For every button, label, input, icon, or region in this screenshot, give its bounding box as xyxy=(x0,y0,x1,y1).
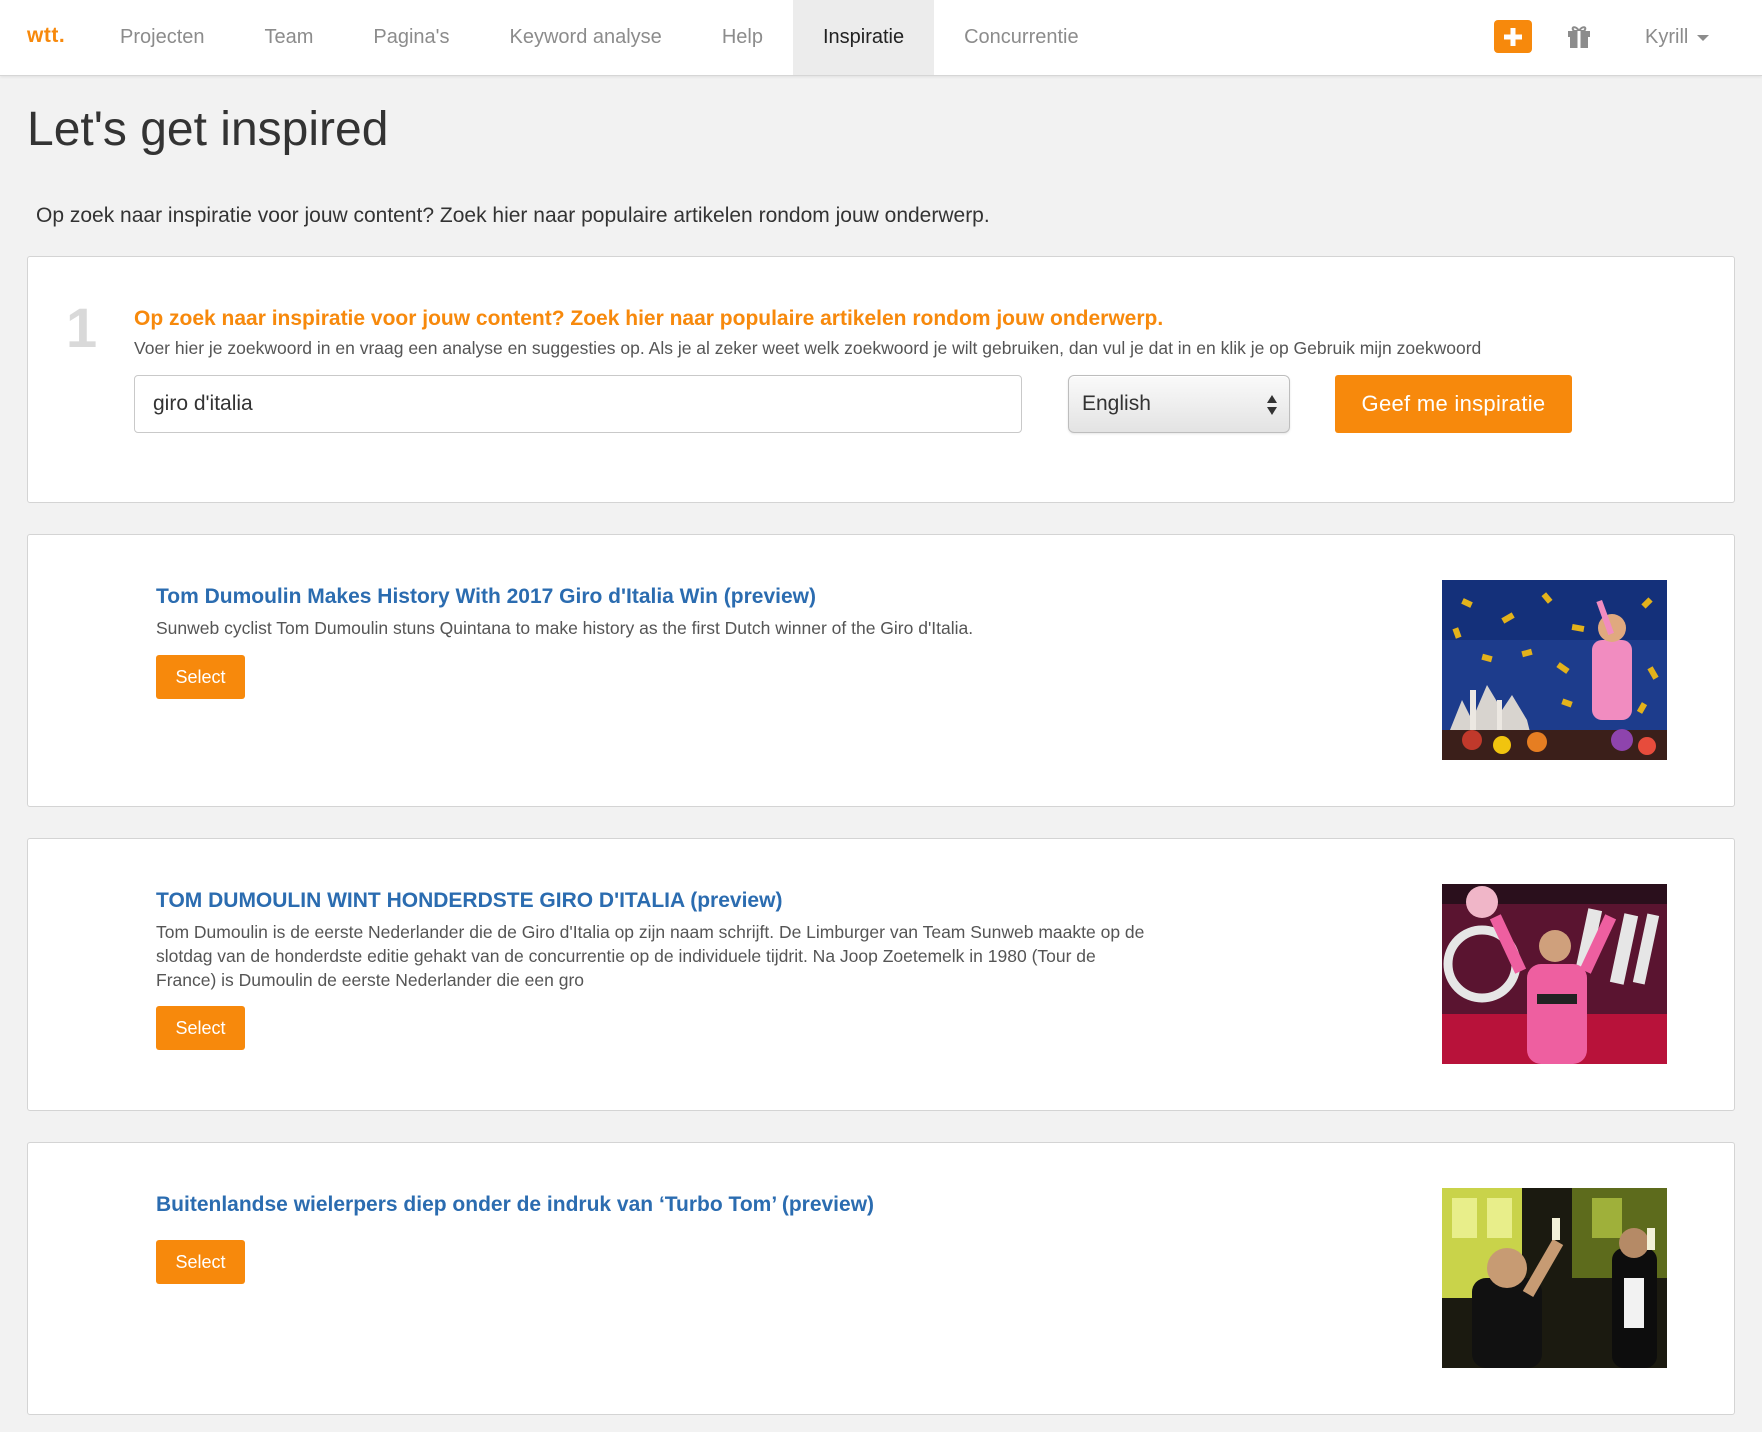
step-description: Voer hier je zoekwoord in en vraag een a… xyxy=(134,338,1482,358)
search-panel: 1 Op zoek naar inspiratie voor jouw cont… xyxy=(27,256,1735,503)
select-button[interactable]: Select xyxy=(156,1006,245,1050)
celebration-photo-icon xyxy=(1442,580,1667,760)
page-intro: Op zoek naar inspiratie voor jouw conten… xyxy=(36,204,990,227)
result-thumbnail xyxy=(1442,884,1667,1064)
step-number: 1 xyxy=(66,296,98,359)
main-tabs: Projecten Team Pagina's Keyword analyse … xyxy=(90,0,1109,75)
tab-keyword-analyse[interactable]: Keyword analyse xyxy=(480,0,692,75)
tab-projecten[interactable]: Projecten xyxy=(90,0,235,75)
result-title[interactable]: Buitenlandse wielerpers diep onder de in… xyxy=(156,1193,874,1217)
select-button[interactable]: Select xyxy=(156,1240,245,1284)
page-title: Let's get inspired xyxy=(27,103,389,156)
gift-icon xyxy=(1568,26,1590,48)
select-arrows-icon xyxy=(1267,393,1277,417)
language-value: English xyxy=(1082,392,1151,415)
tab-help[interactable]: Help xyxy=(692,0,793,75)
result-title[interactable]: Tom Dumoulin Makes History With 2017 Gir… xyxy=(156,585,816,609)
result-card: TOM DUMOULIN WINT HONDERDSTE GIRO D'ITAL… xyxy=(27,838,1735,1111)
keyword-input[interactable] xyxy=(134,375,1022,433)
plus-icon xyxy=(1504,27,1522,46)
result-card: Tom Dumoulin Makes History With 2017 Gir… xyxy=(27,534,1735,807)
tab-concurrentie[interactable]: Concurrentie xyxy=(934,0,1109,75)
get-inspiration-button[interactable]: Geef me inspiratie xyxy=(1335,375,1572,433)
language-select[interactable]: English xyxy=(1068,375,1290,433)
result-thumbnail xyxy=(1442,1188,1667,1368)
result-description: Tom Dumoulin is de eerste Nederlander di… xyxy=(156,922,1145,990)
add-button[interactable] xyxy=(1494,20,1532,53)
gift-button[interactable] xyxy=(1566,24,1592,50)
podium-photo-icon xyxy=(1442,884,1667,1064)
result-title[interactable]: TOM DUMOULIN WINT HONDERDSTE GIRO D'ITAL… xyxy=(156,889,782,913)
result-thumbnail xyxy=(1442,580,1667,760)
top-navigation: wtt. Projecten Team Pagina's Keyword ana… xyxy=(0,0,1762,76)
result-card: Buitenlandse wielerpers diep onder de in… xyxy=(27,1142,1735,1415)
toast-photo-icon xyxy=(1442,1188,1667,1368)
caret-down-icon xyxy=(1697,34,1710,41)
tab-paginas[interactable]: Pagina's xyxy=(343,0,479,75)
result-description: Sunweb cyclist Tom Dumoulin stuns Quinta… xyxy=(156,618,974,638)
tab-team[interactable]: Team xyxy=(235,0,344,75)
tab-inspiratie[interactable]: Inspiratie xyxy=(792,0,935,75)
user-name: Kyrill xyxy=(1645,26,1689,48)
user-menu[interactable]: Kyrill xyxy=(1645,0,1710,75)
step-title: Op zoek naar inspiratie voor jouw conten… xyxy=(134,307,1164,330)
app-logo[interactable]: wtt. xyxy=(27,24,65,48)
select-button[interactable]: Select xyxy=(156,655,245,699)
